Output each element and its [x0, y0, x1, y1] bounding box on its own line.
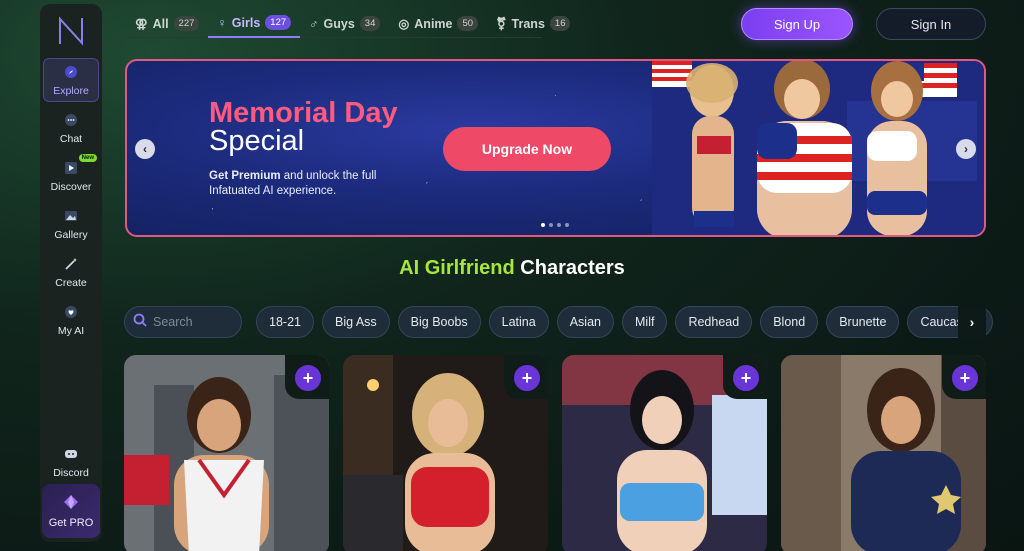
category-tabs: ⚢ All 227 ♀ Girls 127 ♂ Guys 34 ◎ Anime … [126, 10, 571, 38]
banner-description: Get Premium and unlock the full Infatuat… [209, 169, 409, 199]
sidebar-item-my-ai[interactable]: My AI [43, 298, 99, 342]
tab-label: Girls [231, 15, 261, 30]
chat-icon [63, 112, 79, 128]
section-title: AI Girlfriend Characters [0, 257, 1024, 280]
tab-all[interactable]: ⚢ All 227 [126, 10, 208, 38]
filter-chip[interactable]: Big Ass [321, 306, 390, 338]
promo-banner[interactable]: ‹ Memorial Day Special Get Premium and u… [125, 59, 986, 237]
filter-chip[interactable]: 18-21 [256, 306, 314, 338]
sidebar-item-label: Gallery [54, 228, 88, 241]
carousel-dot[interactable] [549, 223, 553, 227]
tab-label: Anime [414, 16, 453, 31]
filter-chip[interactable]: Blond [760, 306, 819, 338]
male-icon: ♂ [309, 16, 319, 31]
tab-count: 50 [457, 16, 479, 31]
play-icon [63, 160, 79, 176]
tab-girls[interactable]: ♀ Girls 127 [208, 10, 301, 38]
search-box[interactable] [124, 306, 242, 338]
new-badge: New [78, 154, 97, 162]
sidebar-item-chat[interactable]: Chat [43, 106, 99, 150]
sidebar-item-gallery[interactable]: Gallery [43, 202, 99, 246]
banner-promo-image [652, 61, 984, 235]
sign-up-button[interactable]: Sign Up [741, 8, 853, 40]
get-pro-button[interactable]: Get PRO [42, 484, 100, 538]
sign-in-button[interactable]: Sign In [876, 8, 986, 40]
logo-icon[interactable] [54, 14, 88, 48]
gem-icon [63, 494, 79, 513]
heart-chat-icon [63, 304, 79, 320]
upgrade-now-button[interactable]: Upgrade Now [443, 127, 611, 171]
tab-label: All [152, 16, 169, 31]
trans-icon: ⚧ [496, 17, 507, 31]
filter-chip[interactable]: Brunette [826, 306, 900, 338]
character-card[interactable]: + [124, 355, 329, 551]
banner-subtitle: Special [209, 125, 305, 157]
tab-count: 127 [265, 15, 292, 30]
sidebar-item-discord[interactable]: Discord [43, 440, 99, 484]
carousel-dot[interactable] [541, 223, 545, 227]
search-input[interactable] [153, 315, 233, 329]
sidebar-item-label: Discord [53, 466, 89, 479]
sidebar-item-label: Chat [59, 132, 83, 145]
all-gender-icon: ⚢ [135, 17, 148, 31]
filter-chips: 18-21 Big Ass Big Boobs Latina Asian Mil… [256, 306, 993, 338]
character-card[interactable]: + [343, 355, 548, 551]
banner-text-bold: Get Premium [209, 170, 281, 182]
add-character-button[interactable]: + [512, 363, 542, 393]
tab-label: Trans [511, 16, 545, 31]
filter-chip[interactable]: Redhead [675, 306, 753, 338]
tab-trans[interactable]: ⚧ Trans 16 [487, 10, 579, 38]
sidebar-item-label: Discover [50, 180, 92, 193]
filter-chip[interactable]: Asian [556, 306, 614, 338]
add-character-button[interactable]: + [731, 363, 761, 393]
section-title-rest: Characters [514, 257, 625, 279]
flag-left [652, 61, 692, 87]
tab-count: 227 [173, 16, 200, 31]
tab-label: Guys [323, 16, 355, 31]
discord-icon [63, 446, 79, 462]
tab-count: 34 [359, 16, 381, 31]
image-icon [63, 208, 79, 224]
compass-icon [63, 64, 79, 80]
carousel-dots [541, 223, 569, 227]
filters-next-button[interactable]: › [958, 306, 986, 338]
get-pro-label: Get PRO [48, 516, 94, 529]
character-card[interactable]: + [781, 355, 986, 551]
banner-next-button[interactable]: › [956, 139, 976, 159]
female-icon: ♀ [217, 15, 227, 30]
character-card[interactable]: + [562, 355, 767, 551]
filter-chip[interactable]: Big Boobs [397, 306, 481, 338]
tab-count: 16 [549, 16, 571, 31]
tab-guys[interactable]: ♂ Guys 34 [300, 10, 389, 38]
carousel-dot[interactable] [565, 223, 569, 227]
sidebar-item-label: My AI [57, 324, 85, 337]
search-icon [133, 313, 147, 332]
tab-anime[interactable]: ◎ Anime 50 [389, 10, 487, 38]
sidebar-item-explore[interactable]: Explore [43, 58, 99, 102]
sidebar-item-discover[interactable]: New Discover [43, 154, 99, 198]
filter-chip[interactable]: Milf [622, 306, 668, 338]
anime-icon: ◎ [398, 17, 410, 31]
filter-chip[interactable]: Latina [488, 306, 549, 338]
section-title-highlight: AI Girlfriend [399, 257, 515, 279]
add-character-button[interactable]: + [950, 363, 980, 393]
banner-prev-button[interactable]: ‹ [135, 139, 155, 159]
add-character-button[interactable]: + [293, 363, 323, 393]
sidebar-item-label: Explore [53, 84, 89, 97]
carousel-dot[interactable] [557, 223, 561, 227]
